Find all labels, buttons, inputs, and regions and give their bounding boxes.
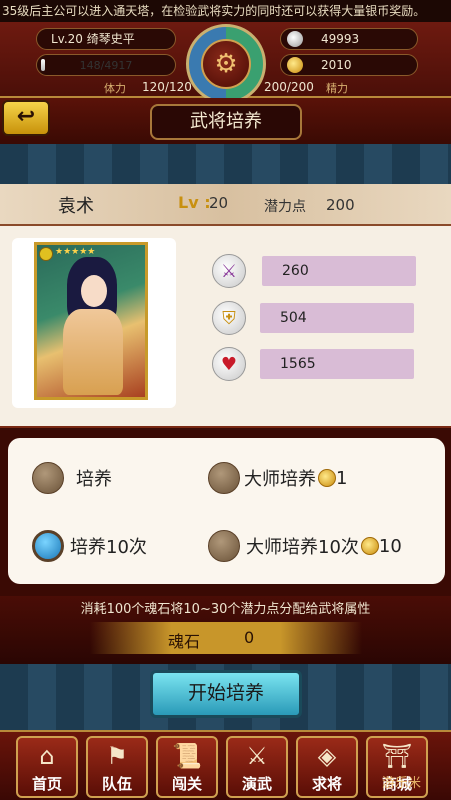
gold-coin-icon xyxy=(287,57,303,73)
portrait-face xyxy=(81,275,107,307)
rank-badge-icon xyxy=(39,247,53,261)
exp-bar-fill xyxy=(41,59,45,71)
option-master-train10-label: 大师培养10次 xyxy=(246,537,359,558)
page-title: 武将培养 xyxy=(150,104,302,140)
option-master-train-label: 大师培养 xyxy=(244,469,316,490)
master-train-cost: 1 xyxy=(336,467,348,489)
attack-value: 260 xyxy=(262,256,416,286)
decor-band-top xyxy=(0,144,451,184)
player-level-text: Lv.20 绮琴史平 xyxy=(51,32,135,46)
soul-stone-value: 0 xyxy=(244,628,255,647)
radio-train10[interactable] xyxy=(32,530,64,562)
star-rating-icon: ★★★★★ xyxy=(55,247,96,257)
radio-master-train[interactable] xyxy=(208,462,240,494)
soul-stone-row xyxy=(90,622,362,654)
nav-arena[interactable]: ⚔ 演武 xyxy=(226,736,288,798)
general-level-value: 20 xyxy=(209,194,229,212)
radio-train[interactable] xyxy=(32,462,64,494)
general-name: 袁术 xyxy=(58,196,94,217)
exp-bar: 148/4917 xyxy=(36,54,176,76)
stat-row-defense: ⛨ 504 xyxy=(212,301,414,335)
watermark: 游乐米 xyxy=(382,776,422,791)
cost-description: 消耗100个魂石将10~30个潜力点分配给武将属性 xyxy=(80,602,371,617)
nav-team-label: 队伍 xyxy=(101,775,132,793)
marquee-text: 35级后主公可以进入通天塔，在检验武将实力的同时还可以获得大量银币奖励。 xyxy=(2,4,426,18)
silver-coin-icon xyxy=(287,31,303,47)
gold-coin-icon xyxy=(318,469,336,487)
portrait-body xyxy=(63,309,123,395)
nav-home-label: 首页 xyxy=(31,775,62,793)
start-training-button[interactable]: 开始培养 xyxy=(150,670,302,718)
gold-coin-icon xyxy=(360,537,379,555)
page-title-text: 武将培养 xyxy=(190,111,262,132)
shield-icon: ⛨ xyxy=(212,301,246,335)
nav-recruit[interactable]: ◈ 求将 xyxy=(296,736,358,798)
nav-arena-label: 演武 xyxy=(241,775,272,793)
energy-value: 200/200 xyxy=(264,80,314,94)
potential-label: 潜力点 xyxy=(264,199,306,215)
heart-icon: ♥ xyxy=(212,347,246,381)
general-portrait[interactable]: ★★★★★ xyxy=(34,242,148,400)
option-train[interactable]: 培养 xyxy=(32,462,112,494)
nav-recruit-label: 求将 xyxy=(311,775,342,793)
player-level[interactable]: Lv.20 绮琴史平 xyxy=(36,28,176,50)
gold-counter[interactable]: 2010 xyxy=(280,54,418,76)
nav-home[interactable]: ⌂ 首页 xyxy=(16,736,78,798)
option-master-train[interactable]: 大师培养 1 xyxy=(208,462,347,494)
back-button[interactable]: ↩ xyxy=(2,100,50,136)
back-arrow-icon: ↩ xyxy=(16,104,36,129)
announcement-marquee: 35级后主公可以进入通天塔，在检验武将实力的同时还可以获得大量银币奖励。 xyxy=(0,0,451,22)
training-options-panel xyxy=(8,438,445,584)
shop-icon: ⛩ xyxy=(381,742,413,770)
hp-value: 1565 xyxy=(260,349,414,379)
energy-label: 精力 xyxy=(326,82,348,95)
home-icon: ⌂ xyxy=(39,742,55,770)
start-training-label: 开始培养 xyxy=(187,682,264,704)
defense-value: 504 xyxy=(260,303,414,333)
stat-row-attack: ⚔ 260 xyxy=(212,254,416,288)
silver-value: 49993 xyxy=(321,32,360,46)
silver-counter[interactable]: 49993 xyxy=(280,28,418,50)
soul-stone-label: 魂石 xyxy=(168,632,201,651)
stamina-value: 120/120 xyxy=(142,80,192,94)
nav-team[interactable]: ⚑ 队伍 xyxy=(86,736,148,798)
stat-row-hp: ♥ 1565 xyxy=(212,347,414,381)
exp-text: 148/4917 xyxy=(79,59,133,72)
scroll-icon: 📜 xyxy=(172,742,202,770)
crossed-swords-icon: ⚔ xyxy=(246,742,268,770)
radio-master-train10[interactable] xyxy=(208,530,240,562)
swords-icon: ⚔ xyxy=(212,254,246,288)
settings-gear-button[interactable]: ⚙ xyxy=(186,24,266,104)
potential-value: 200 xyxy=(326,196,355,214)
gold-value: 2010 xyxy=(321,58,352,72)
flag-icon: ⚑ xyxy=(106,742,128,770)
option-train10[interactable]: 培养10次 xyxy=(32,530,147,562)
general-level-label: Lv : xyxy=(178,193,211,212)
option-train-label: 培养 xyxy=(76,469,112,490)
option-train10-label: 培养10次 xyxy=(70,537,147,558)
gear-icon: ⚙ xyxy=(201,39,251,89)
nav-stage[interactable]: 📜 闯关 xyxy=(156,736,218,798)
master-train10-cost: 10 xyxy=(378,535,402,557)
nav-stage-label: 闯关 xyxy=(171,775,202,793)
option-master-train10[interactable]: 大师培养10次 10 xyxy=(208,530,402,562)
token-icon: ◈ xyxy=(317,742,337,770)
stamina-label: 体力 xyxy=(104,82,126,95)
